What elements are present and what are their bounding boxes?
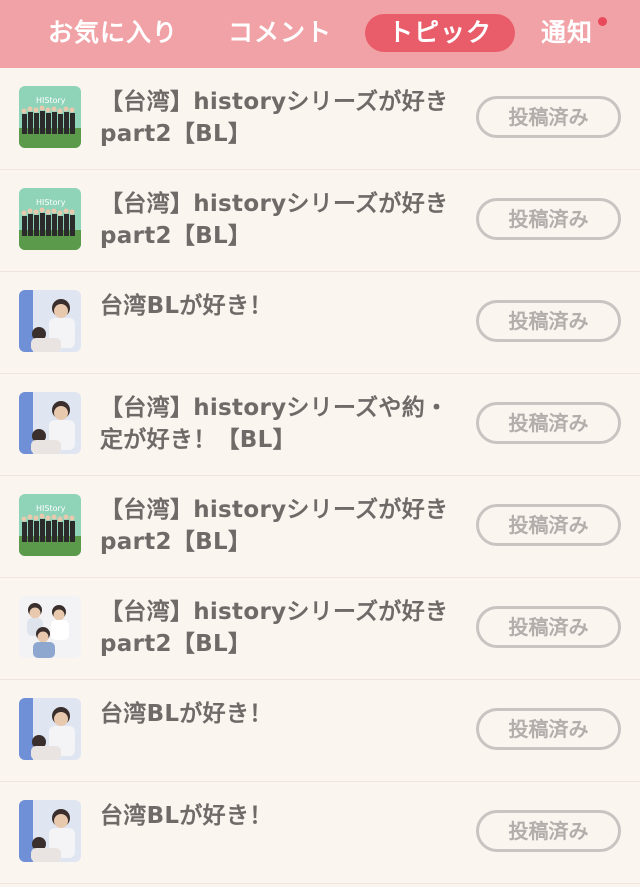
couple-photo-icon bbox=[19, 800, 81, 862]
group-photo-history-icon: HIStory bbox=[19, 494, 81, 556]
posted-status-button[interactable]: 投稿済み bbox=[476, 198, 621, 240]
topic-title: 【台湾】historyシリーズや約・定が好き！【BL】 bbox=[100, 395, 449, 453]
list-item[interactable]: HIStory 【台湾】historyシリーズが好き part2【BL】 投稿済… bbox=[0, 68, 640, 170]
topic-title: 【台湾】historyシリーズが好き part2【BL】 bbox=[100, 497, 449, 555]
posted-status-button[interactable]: 投稿済み bbox=[476, 708, 621, 750]
topic-list: HIStory 【台湾】historyシリーズが好き part2【BL】 投稿済… bbox=[0, 68, 640, 884]
tab-topics[interactable]: トピック bbox=[365, 14, 515, 52]
posted-status-button[interactable]: 投稿済み bbox=[476, 810, 621, 852]
list-item[interactable]: HIStory 【台湾】historyシリーズが好き part2【BL】 投稿済… bbox=[0, 170, 640, 272]
posted-status-button[interactable]: 投稿済み bbox=[476, 606, 621, 648]
group-photo-history-icon: HIStory bbox=[19, 188, 81, 250]
list-item[interactable]: 【台湾】historyシリーズが好き part2【BL】 投稿済み bbox=[0, 578, 640, 680]
notification-dot-icon bbox=[598, 17, 607, 26]
topic-title: 台湾BLが好き！ bbox=[100, 293, 273, 319]
list-item[interactable]: 台湾BLが好き！ 投稿済み bbox=[0, 272, 640, 374]
posted-status-button[interactable]: 投稿済み bbox=[476, 402, 621, 444]
trio-photo-icon bbox=[19, 596, 81, 658]
topic-title: 【台湾】historyシリーズが好き part2【BL】 bbox=[100, 191, 449, 249]
topic-title: 台湾BLが好き！ bbox=[100, 701, 273, 727]
couple-photo-icon bbox=[19, 698, 81, 760]
list-item[interactable]: 台湾BLが好き！ 投稿済み bbox=[0, 680, 640, 782]
posted-status-button[interactable]: 投稿済み bbox=[476, 504, 621, 546]
svg-text:HIStory: HIStory bbox=[36, 96, 66, 105]
couple-photo-icon bbox=[19, 290, 81, 352]
tab-favorites[interactable]: お気に入り bbox=[48, 14, 178, 52]
tab-notifications[interactable]: 通知 bbox=[541, 14, 593, 52]
list-item[interactable]: 台湾BLが好き！ 投稿済み bbox=[0, 782, 640, 884]
posted-status-button[interactable]: 投稿済み bbox=[476, 300, 621, 342]
topic-title: 【台湾】historyシリーズが好き part2【BL】 bbox=[100, 89, 449, 147]
topic-title: 【台湾】historyシリーズが好き part2【BL】 bbox=[100, 599, 449, 657]
topic-title: 台湾BLが好き！ bbox=[100, 803, 273, 829]
couple-photo-icon bbox=[19, 392, 81, 454]
group-photo-history-icon: HIStory bbox=[19, 86, 81, 148]
posted-status-button[interactable]: 投稿済み bbox=[476, 96, 621, 138]
list-item[interactable]: 【台湾】historyシリーズや約・定が好き！【BL】 投稿済み bbox=[0, 374, 640, 476]
list-item[interactable]: HIStory 【台湾】historyシリーズが好き part2【BL】 投稿済… bbox=[0, 476, 640, 578]
tab-comments[interactable]: コメント bbox=[228, 14, 332, 52]
tab-bar: お気に入り コメント トピック 通知 bbox=[0, 0, 640, 68]
svg-text:HIStory: HIStory bbox=[36, 198, 66, 207]
svg-text:HIStory: HIStory bbox=[36, 504, 66, 513]
